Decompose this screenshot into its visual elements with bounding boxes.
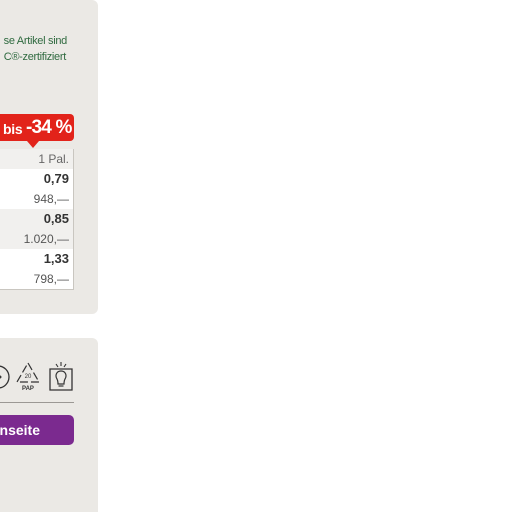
recycling-pap-icon: 20 PAP	[15, 361, 41, 392]
lightbulb-box-icon	[49, 362, 73, 391]
product-symbols-row: 20 PAP	[0, 360, 74, 392]
unit-price-cell: 0,79	[0, 169, 73, 189]
discount-prefix: bis	[3, 121, 23, 137]
icons-divider	[0, 402, 74, 403]
discount-value: -34 %	[26, 117, 72, 138]
price-table: 1 Pal. 0,79 948,— 0,85 1.020,— 1,33 798,…	[0, 149, 74, 290]
price-table-header: 1 Pal.	[0, 149, 73, 169]
discount-badge: bis -34 %	[0, 114, 74, 148]
recycle-code-number: 20	[25, 374, 32, 380]
pallet-price-cell: 948,—	[0, 189, 73, 209]
circle-symbol-icon	[0, 365, 10, 389]
fsc-note-line-1: se Artikel sind	[3, 35, 68, 47]
discount-pointer	[27, 141, 39, 148]
unit-price-cell: 1,33	[0, 249, 73, 269]
pallet-price-cell: 1.020,—	[0, 229, 73, 249]
product-page-button[interactable]: nseite	[0, 415, 74, 445]
fsc-note-line-2: C®-zertifiziert	[3, 51, 67, 63]
product-info-panel: se Artikel sind C®-zertifiziert bis -34 …	[0, 0, 98, 314]
recycle-code-label: PAP	[22, 386, 34, 392]
fsc-certification-note: se Artikel sind C®-zertifiziert	[0, 33, 98, 69]
unit-price-cell: 0,85	[0, 209, 73, 229]
pallet-price-cell: 798,—	[0, 269, 73, 289]
